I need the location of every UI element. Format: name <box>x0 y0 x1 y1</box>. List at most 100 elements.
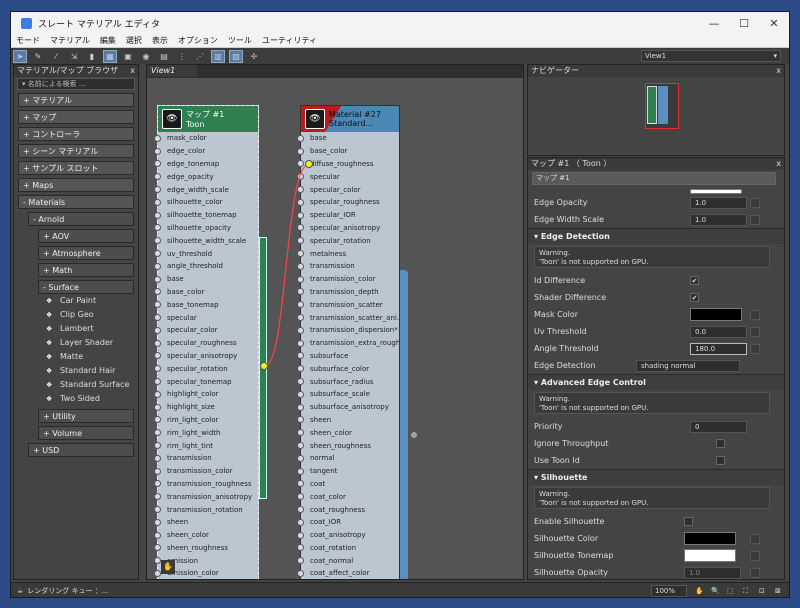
show-map-icon[interactable]: ▣ <box>121 50 135 63</box>
angle-threshold-map-button[interactable] <box>750 343 760 354</box>
toon-node-header[interactable]: 👁 マップ #1 Toon <box>158 106 258 132</box>
input-socket[interactable] <box>154 493 161 501</box>
material-map-browser-icon[interactable]: ▥ <box>211 49 225 63</box>
input-socket[interactable] <box>154 403 161 411</box>
enable-silhouette-checkbox[interactable] <box>684 517 693 526</box>
edge-width-map-button[interactable] <box>750 214 760 225</box>
group-materials[interactable]: + マテリアル <box>18 93 134 107</box>
input-socket[interactable] <box>297 429 304 437</box>
use-toon-id-checkbox[interactable] <box>716 456 725 465</box>
node-slot[interactable]: specular_IOR <box>297 209 399 222</box>
input-socket[interactable] <box>154 147 161 155</box>
node-graph-view[interactable]: View1 👁 マップ #1 Toon mask_color edge_color e… <box>146 64 524 580</box>
input-socket[interactable] <box>297 467 304 475</box>
close-icon[interactable]: x <box>776 158 781 170</box>
pan-icon[interactable]: ✋ <box>695 587 704 595</box>
group-sample-slots[interactable]: + サンプル スロット <box>18 161 134 175</box>
input-socket[interactable] <box>297 237 304 245</box>
edge-opacity-map-button[interactable] <box>750 197 760 208</box>
node-slot[interactable]: edge_opacity <box>154 170 258 183</box>
node-slot[interactable]: silhouette_color <box>154 196 258 209</box>
input-socket[interactable] <box>154 314 161 322</box>
node-slot[interactable]: sheen_roughness <box>154 542 258 555</box>
assign-material-icon[interactable]: ⇲ <box>67 50 81 63</box>
ignore-throughput-checkbox[interactable] <box>716 439 725 448</box>
pick-material-icon[interactable]: ⁄ <box>49 50 63 63</box>
group-materials-en[interactable]: - Materials <box>18 195 134 209</box>
input-socket[interactable] <box>297 224 304 232</box>
node-slot[interactable]: uv_threshold <box>154 247 258 260</box>
group-aov[interactable]: + AOV <box>38 229 134 243</box>
input-socket[interactable] <box>154 301 161 309</box>
node-slot[interactable]: specular_color <box>154 324 258 337</box>
input-socket[interactable] <box>154 467 161 475</box>
menu-material[interactable]: マテリアル <box>45 35 95 46</box>
parameter-editor-icon[interactable]: ▧ <box>229 49 243 63</box>
angle-threshold-spinner[interactable]: 180.0 <box>690 342 747 355</box>
uv-threshold-spinner[interactable]: 0.0 <box>690 325 747 338</box>
section-edge-detection[interactable]: ▾ Edge Detection <box>528 228 784 244</box>
zoom-level-field[interactable]: 100% <box>651 585 687 597</box>
node-slot[interactable]: rim_light_tint <box>154 439 258 452</box>
menu-tools[interactable]: ツール <box>223 35 257 46</box>
node-slot[interactable]: tangent <box>297 465 399 478</box>
input-socket[interactable] <box>154 429 161 437</box>
input-socket[interactable] <box>154 173 161 181</box>
tab-view1[interactable]: View1 <box>147 65 197 77</box>
node-slot[interactable]: diffuse_roughness <box>297 158 399 171</box>
node-slot[interactable]: edge_tonemap <box>154 158 258 171</box>
node-slot[interactable]: silhouette_opacity <box>154 222 258 235</box>
input-socket[interactable] <box>154 250 161 258</box>
input-socket[interactable] <box>154 531 161 539</box>
group-utility[interactable]: + Utility <box>38 409 134 423</box>
input-socket[interactable] <box>297 173 304 181</box>
node-slot[interactable]: subsurface_anisotropy <box>297 401 399 414</box>
node-slot[interactable]: transmission_scatter_ani... <box>297 311 404 324</box>
input-socket[interactable] <box>154 480 161 488</box>
material-node-header[interactable]: 👁 Material #27 Standard... <box>301 106 399 132</box>
node-slot[interactable]: coat_roughness <box>297 503 399 516</box>
node-slot[interactable]: highlight_size <box>154 401 258 414</box>
node-slot[interactable]: sheen <box>297 414 399 427</box>
input-socket[interactable] <box>154 506 161 513</box>
material-output-socket[interactable] <box>410 431 418 439</box>
input-socket[interactable] <box>154 442 161 450</box>
node-slot[interactable]: base_color <box>154 286 258 299</box>
uv-threshold-map-button[interactable] <box>750 326 760 337</box>
list-item[interactable]: ❖ Matte <box>46 350 134 364</box>
node-slot[interactable]: transmission_rotation <box>154 503 258 516</box>
input-socket[interactable] <box>154 134 161 142</box>
input-socket[interactable] <box>297 365 304 373</box>
group-volume[interactable]: + Volume <box>38 426 134 440</box>
priority-spinner[interactable]: 0 <box>690 420 747 433</box>
select-by-material-icon[interactable]: ✢ <box>247 50 261 63</box>
navigator-thumbnail[interactable] <box>645 83 679 129</box>
node-slot[interactable]: coat_normal <box>297 554 399 567</box>
zoom-selected-icon[interactable]: ⊡ <box>759 587 765 595</box>
node-slot[interactable]: specular <box>297 170 399 183</box>
node-slot[interactable]: coat_color <box>297 490 399 503</box>
node-slot[interactable]: normal <box>297 452 399 465</box>
maximize-icon[interactable]: ☐ <box>729 12 759 34</box>
node-slot[interactable]: subsurface_radius <box>297 375 399 388</box>
input-socket[interactable] <box>297 288 304 296</box>
input-socket[interactable] <box>297 326 304 334</box>
node-slot[interactable]: specular_roughness <box>154 337 258 350</box>
input-socket[interactable] <box>297 557 304 565</box>
render-queue-icon[interactable]: ☕ <box>17 587 23 595</box>
menu-view[interactable]: 表示 <box>147 35 173 46</box>
input-socket[interactable] <box>297 339 304 347</box>
input-socket[interactable] <box>297 160 304 168</box>
input-socket[interactable] <box>297 147 304 155</box>
view-select-dropdown[interactable]: View1 ▾ <box>641 50 781 62</box>
color-swatch-top[interactable] <box>690 188 742 194</box>
menu-edit[interactable]: 編集 <box>95 35 121 46</box>
id-difference-checkbox[interactable]: ✔ <box>690 276 699 285</box>
input-socket[interactable] <box>154 390 161 398</box>
input-socket[interactable] <box>154 160 161 168</box>
node-slot[interactable]: sheen <box>154 516 258 529</box>
edge-width-spinner[interactable]: 1.0 <box>690 213 747 226</box>
pan-hand-icon[interactable]: ✋ <box>161 560 175 574</box>
toon-node[interactable]: 👁 マップ #1 Toon mask_color edge_color edge_to… <box>154 105 259 579</box>
mask-color-map-button[interactable] <box>750 309 760 320</box>
